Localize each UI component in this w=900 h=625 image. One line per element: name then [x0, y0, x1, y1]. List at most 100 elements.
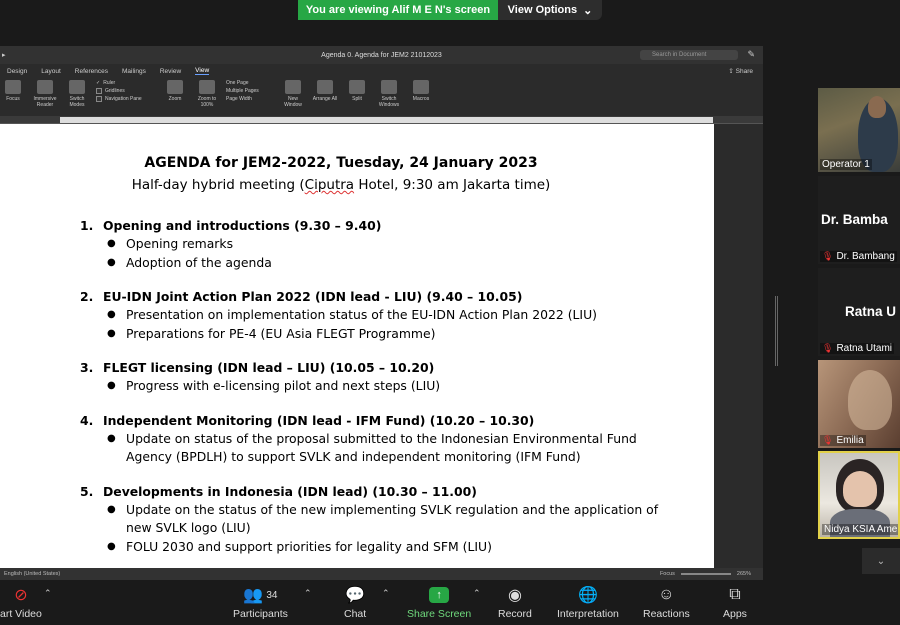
participant-display-name: Ratna U — [845, 304, 897, 319]
multiple-pages-button[interactable]: Multiple Pages — [226, 88, 274, 94]
zoom-button[interactable]: Zoom — [162, 80, 188, 102]
participant-tile[interactable]: 🎙 Emilia — [818, 360, 900, 448]
zoom-100-label: Zoom to 100% — [197, 96, 217, 108]
participant-name: Emilia — [836, 435, 864, 446]
participant-tile[interactable]: Ratna U 🎙 Ratna Utami — [818, 268, 900, 356]
share-label: Share — [735, 68, 753, 75]
record-button[interactable]: ◉ Record — [498, 584, 532, 620]
bullet-icon: ● — [107, 256, 116, 268]
word-status-bar: English (United States) Focus 265% — [0, 568, 763, 580]
switch-windows-button[interactable]: Switch Windows — [376, 80, 402, 108]
agenda-item: 5. Developments in Indonesia (IDN lead) (… — [80, 482, 680, 557]
switch-windows-label: Switch Windows — [378, 96, 400, 108]
ruler[interactable] — [0, 116, 763, 124]
page-width-button[interactable]: Page Width — [226, 96, 274, 102]
chat-icon: 💬 — [345, 587, 366, 604]
video-options-caret-icon[interactable]: ⌃ — [44, 588, 52, 599]
share-screen-button[interactable]: ↑ Share Screen — [407, 584, 471, 620]
tab-mailings[interactable]: Mailings — [122, 68, 146, 75]
chat-label: Chat — [344, 608, 367, 620]
chevron-down-icon: ⌄ — [583, 4, 593, 17]
participant-video — [868, 96, 886, 118]
new-window-button[interactable]: New Window — [280, 80, 306, 108]
zoom-100-button[interactable]: Zoom to 100% — [194, 80, 220, 108]
tab-review[interactable]: Review — [160, 68, 181, 75]
bullet-icon: ● — [107, 503, 116, 515]
participant-tile[interactable]: Operator 1 — [818, 88, 900, 172]
agenda-subheading: Half-day hybrid meeting (Ciputra Hotel, … — [0, 177, 682, 193]
item-title: Developments in Indonesia (IDN lead) (10… — [103, 483, 477, 499]
language-status[interactable]: English (United States) — [4, 571, 60, 577]
item-number: 4. — [80, 412, 94, 428]
focus-status[interactable]: Focus — [660, 571, 675, 577]
reactions-button[interactable]: ☺ Reactions — [643, 584, 690, 620]
user-icon[interactable]: ✎ — [747, 49, 755, 60]
search-in-document-input[interactable]: Search in Document — [640, 50, 738, 60]
participants-button[interactable]: 👥 34 Participants — [233, 584, 288, 620]
item-bullet: FOLU 2030 and support priorities for leg… — [126, 538, 492, 554]
split-icon — [349, 80, 365, 94]
tab-design[interactable]: Design — [7, 68, 27, 75]
item-number: 1. — [80, 218, 94, 233]
immersive-reader-button[interactable]: Immersive Reader — [32, 80, 58, 108]
start-video-button[interactable]: ⊘ art Video — [0, 584, 42, 620]
check-icon: ✓ — [96, 80, 101, 86]
tab-view[interactable]: View — [195, 67, 210, 75]
chat-options-caret-icon[interactable]: ⌃ — [382, 588, 390, 599]
participant-video — [848, 370, 892, 430]
globe-icon: 🌐 — [577, 587, 598, 604]
interpretation-button[interactable]: 🌐 Interpretation — [557, 584, 619, 620]
item-bullet: Progress with e-licensing pilot and next… — [126, 378, 441, 393]
switch-modes-button[interactable]: Switch Modes — [64, 80, 90, 108]
tab-references[interactable]: References — [75, 68, 108, 75]
checkbox-box — [96, 96, 102, 102]
one-page-button[interactable]: One Page — [226, 80, 274, 86]
macros-icon — [413, 80, 429, 94]
focus-button[interactable]: Focus — [0, 80, 26, 102]
page-options: One Page Multiple Pages Page Width — [226, 80, 274, 102]
immersive-reader-icon — [37, 80, 53, 94]
tab-layout[interactable]: Layout — [41, 68, 61, 75]
ruler-checkbox[interactable]: ✓ Ruler — [96, 80, 156, 86]
share-button[interactable]: ⇪ Share — [728, 67, 753, 75]
item-bullet: Adoption of the agenda — [126, 254, 272, 270]
share-screen-icon: ↑ — [429, 584, 450, 606]
focus-label: Focus — [6, 96, 20, 102]
participant-tile-active-speaker[interactable]: Nidya KSIA Ame — [818, 451, 900, 539]
item-title: FLEGT licensing (IDN lead – LIU) (10.05 … — [103, 360, 435, 375]
document-scrollbar[interactable] — [756, 124, 763, 568]
zoom-level[interactable]: 265% — [737, 571, 751, 577]
interpretation-label: Interpretation — [557, 608, 619, 620]
split-button[interactable]: Split — [344, 80, 370, 102]
apps-button[interactable]: ⧉ Apps — [723, 584, 747, 620]
item-number: 2. — [80, 289, 94, 304]
new-window-icon — [285, 80, 301, 94]
view-options-label: View Options — [507, 4, 578, 16]
split-label: Split — [352, 96, 362, 102]
participant-name-label: 🎙 Emilia — [820, 435, 866, 446]
share-options-caret-icon[interactable]: ⌃ — [473, 588, 481, 599]
agenda-item: 3. FLEGT licensing (IDN lead – LIU) (10.0… — [80, 358, 680, 396]
gallery-expand-button[interactable]: ⌄ — [862, 548, 900, 574]
macros-button[interactable]: Macros — [408, 80, 434, 102]
bullet-icon: ● — [107, 432, 116, 444]
participants-options-caret-icon[interactable]: ⌃ — [304, 588, 312, 599]
zoom-slider[interactable] — [680, 573, 731, 575]
document-page[interactable]: AGENDA for JEM2-2022, Tuesday, 24 Januar… — [0, 124, 714, 568]
item-title: Opening and introductions (9.30 – 9.40) — [103, 218, 382, 233]
muted-mic-icon: 🎙 — [822, 343, 834, 353]
participant-tile[interactable]: Dr. Bamba 🎙 Dr. Bambang — [818, 176, 900, 264]
item-bullet: Opening remarks — [126, 236, 234, 251]
switch-modes-label: Switch Modes — [69, 96, 85, 108]
gridlines-checkbox[interactable]: Gridlines — [96, 88, 156, 94]
arrange-all-button[interactable]: Arrange All — [312, 80, 338, 102]
apps-label: Apps — [723, 608, 747, 620]
view-options-button[interactable]: View Options ⌄ — [498, 0, 602, 20]
item-bullet: Update on the status of the new implemen… — [126, 501, 659, 536]
navigation-pane-checkbox[interactable]: Navigation Pane — [96, 96, 156, 102]
reactions-icon: ☺ — [658, 586, 675, 603]
resize-handle[interactable] — [775, 296, 778, 366]
chat-button[interactable]: 💬 Chat — [344, 584, 366, 620]
switch-windows-icon — [381, 80, 397, 94]
agenda-list: 1. Opening and introductions (9.30 – 9.40… — [80, 216, 680, 568]
